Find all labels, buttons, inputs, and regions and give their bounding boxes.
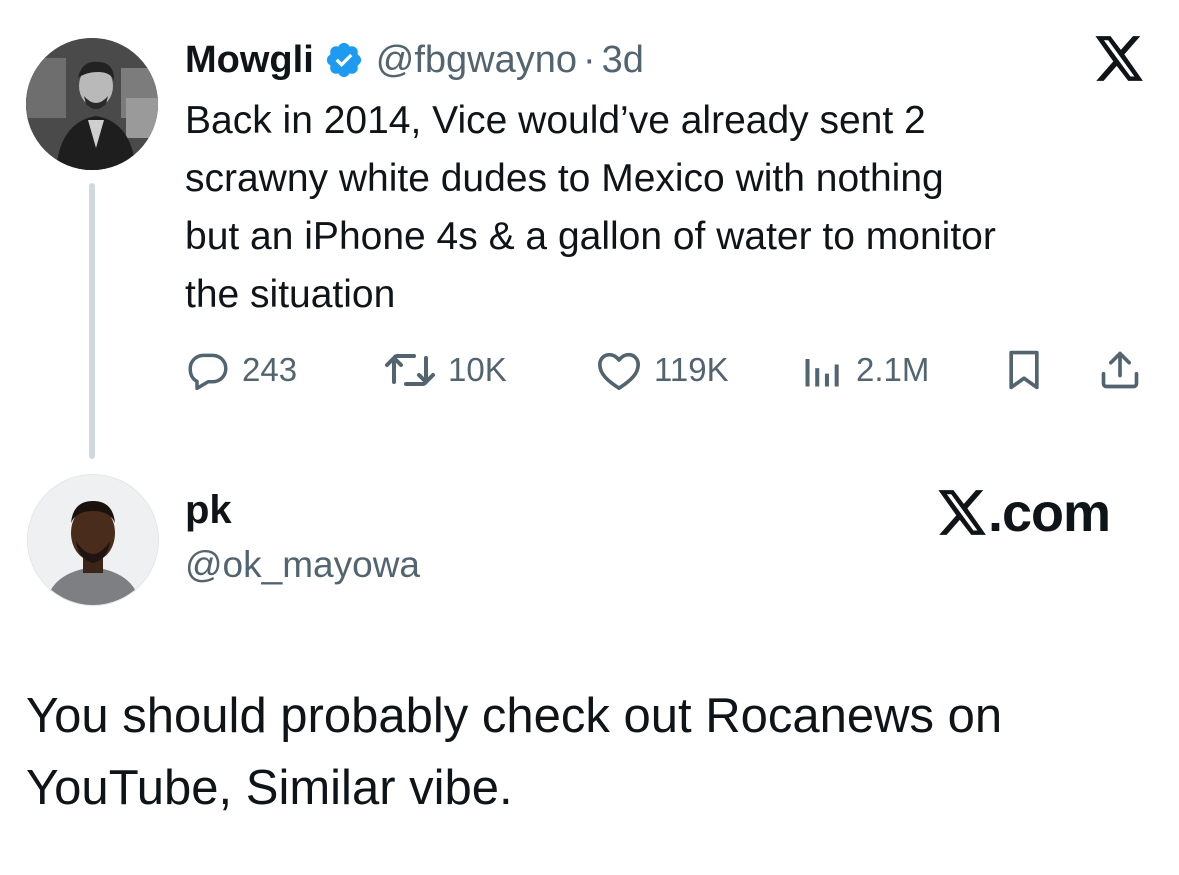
tweet-text-line: Back in 2014, Vice would’ve already sent… (185, 99, 926, 142)
views-icon (805, 359, 839, 387)
repost-button[interactable]: 10K (384, 340, 507, 400)
views-button[interactable]: 2.1M (800, 340, 929, 400)
brand-domain: .com (988, 483, 1111, 543)
repost-icon (385, 354, 435, 386)
views-count: 2.1M (856, 351, 930, 388)
reply-text-line: YouTube, Similar vibe. (26, 761, 513, 815)
avatar-photo (28, 475, 158, 605)
verified-badge-icon (324, 40, 364, 80)
like-button[interactable]: 119K (596, 340, 729, 400)
share-icon (1101, 351, 1139, 389)
thread-line (89, 183, 95, 459)
reply-user-handle[interactable]: @ok_mayowa (185, 544, 420, 586)
avatar-pk[interactable] (27, 474, 159, 606)
share-button[interactable] (1098, 340, 1142, 400)
avatar-mowgli[interactable] (26, 38, 158, 170)
tweet-action-bar: 243 10K 119K 2.1M (0, 340, 1179, 400)
reply-count: 243 (242, 351, 298, 388)
tweet-text: Back in 2014, Vice would’ve already sent… (185, 92, 1155, 324)
like-count: 119K (654, 351, 729, 388)
reply-icon (188, 353, 228, 391)
timestamp[interactable]: 3d (602, 39, 644, 82)
author-handle[interactable]: @fbgwayno (376, 39, 577, 82)
reply-button[interactable]: 243 (186, 340, 297, 400)
reply-user-name[interactable]: pk (185, 488, 232, 533)
tweet-text-line: but an iPhone 4s & a gallon of water to … (185, 215, 996, 258)
x-com-brand: .com (938, 482, 1111, 544)
reply-text: You should probably check out Rocanews o… (26, 680, 1146, 824)
bookmark-icon (1009, 350, 1039, 390)
tweet-header: Mowgli @fbgwayno · 3d (185, 34, 644, 86)
reply-text-line: You should probably check out Rocanews o… (26, 689, 1003, 743)
separator: · (583, 38, 596, 81)
avatar-photo (26, 38, 158, 170)
x-logo-icon[interactable] (1095, 36, 1145, 82)
like-icon (598, 352, 640, 391)
bookmark-button[interactable] (1004, 340, 1044, 400)
tweet-text-line: the situation (185, 273, 396, 316)
x-logo-icon (938, 490, 986, 535)
author-name[interactable]: Mowgli (185, 39, 314, 82)
repost-count: 10K (448, 351, 507, 388)
tweet-text-line: scrawny white dudes to Mexico with nothi… (185, 157, 944, 200)
